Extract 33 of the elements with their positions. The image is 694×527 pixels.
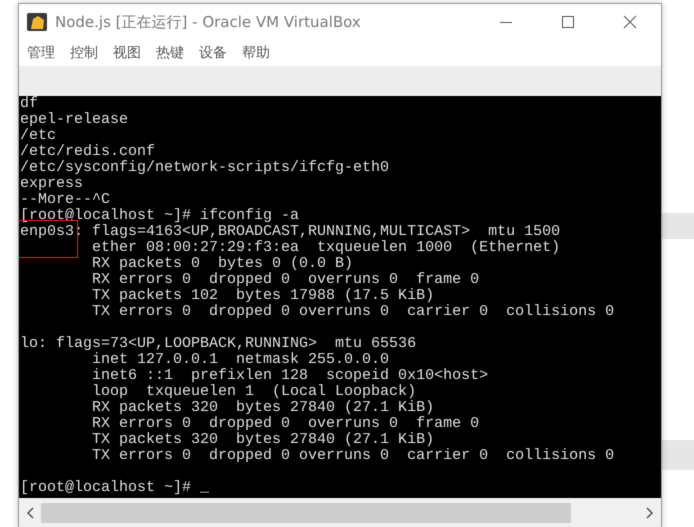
terminal-line: inet 127.0.0.1 netmask 255.0.0.0 [91,352,390,368]
menu-item[interactable]: 热键 [156,44,184,62]
terminal-line: df [19,96,40,112]
terminal-line: [root@localhost ~]# ifconfig -a [19,208,300,224]
terminal-line: express [19,176,84,192]
terminal-line: epel-release [19,112,130,128]
window-title: Node.js [正在运行] - Oracle VM VirtualBox [55,12,362,32]
terminal-line: inet6 ::1 prefixlen 128 scopeid 0x10<host> [91,368,490,384]
terminal-line: [root@localhost ~]# _ [19,480,210,496]
menu-item[interactable]: 控制 [70,44,98,62]
terminal-line: TX errors 0 dropped 0 overruns 0 carrier 0 collisions 0 [91,448,616,464]
terminal-line: ether 08:00:27:29:f3:ea txqueuelen 1000 (Ethernet) [91,240,562,256]
close-icon [623,15,637,29]
app-icon [27,13,47,31]
terminal-line: /etc/redis.conf [19,144,156,160]
terminal-line: loop txqueuelen 1 (Local Loopback) [91,384,418,400]
terminal-line: TX packets 320 bytes 27840 (27.1 KiB) [91,432,436,448]
terminal-line: TX errors 0 dropped 0 overruns 0 carrier 0 collisions 0 [91,304,616,320]
terminal-line: --More--^C [19,192,112,208]
terminal-line: TX packets 102 bytes 17988 (17.5 KiB) [91,288,436,304]
menu-item[interactable]: 帮助 [242,44,270,62]
terminal-line: /etc/sysconfig/network-scripts/ifcfg-eth0 [19,160,390,176]
terminal-line: RX errors 0 dropped 0 overruns 0 frame 0 [91,272,480,288]
maximize-icon [561,15,575,29]
menu-item[interactable]: 管理 [27,44,55,62]
terminal-line: RX packets 0 bytes 0 (0.0 B) [91,256,354,272]
scrollbar-thumb[interactable] [41,503,571,523]
terminal-line: RX packets 320 bytes 27840 (27.1 KiB) [91,400,436,416]
terminal-line: RX errors 0 dropped 0 overruns 0 frame 0 [91,416,480,432]
terminal-line: lo: flags=73<UP,LOOPBACK,RUNNING> mtu 65536 [19,336,418,352]
menu-item[interactable]: 视图 [113,44,141,62]
menu-item[interactable]: 设备 [199,44,227,62]
terminal-line: /etc [19,128,58,144]
